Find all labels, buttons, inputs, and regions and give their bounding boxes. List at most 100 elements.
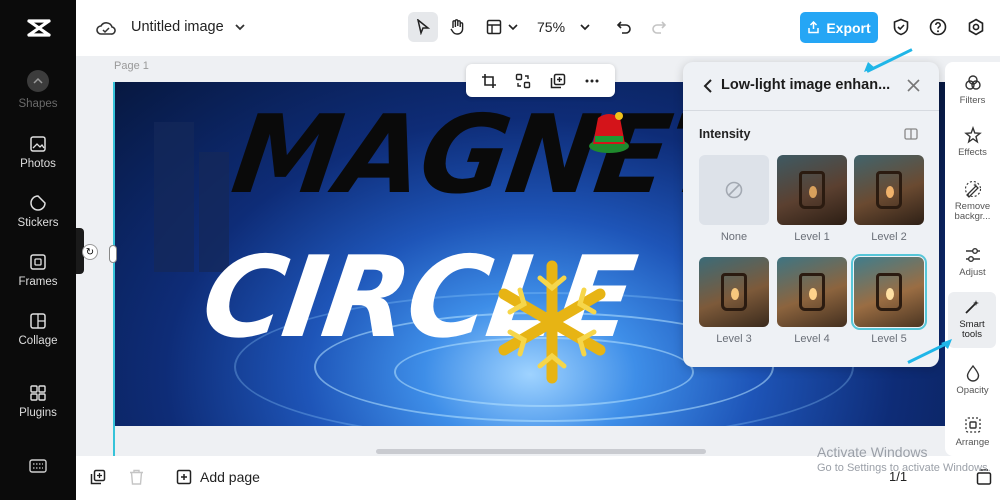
cursor-icon (416, 19, 430, 35)
zoom-level[interactable]: 75% (537, 19, 565, 35)
sticker-icon (30, 195, 46, 211)
crop-icon[interactable] (481, 73, 497, 89)
lantern-flame (886, 288, 894, 300)
effects-icon (963, 126, 982, 144)
option-label: Level 4 (794, 333, 830, 345)
option-label: Level 2 (871, 231, 907, 243)
sidebar-item-plugins[interactable]: Plugins (0, 384, 76, 419)
capcut-logo-icon[interactable] (26, 16, 52, 40)
sidebar-item-label: Collage (18, 335, 58, 347)
rail-item-label: Filters (959, 95, 986, 106)
frame-icon (30, 254, 46, 270)
layout-icon[interactable] (486, 19, 502, 35)
option-level-4[interactable] (777, 257, 847, 327)
arrange-icon (964, 417, 981, 433)
lantern-image (799, 273, 825, 311)
rail-item-opacity[interactable]: Opacity (945, 364, 1000, 396)
hand-tool-icon[interactable] (448, 18, 466, 36)
panel-title: Low-light image enhan... (721, 77, 891, 93)
rail-item-label: Remove backgr... (954, 201, 991, 223)
activate-windows-title: Activate Windows (817, 444, 928, 460)
option-level-3[interactable] (699, 257, 769, 327)
sidebar-item-label: Plugins (19, 407, 57, 419)
flip-icon[interactable] (515, 73, 531, 89)
close-icon[interactable] (907, 79, 920, 92)
settings-icon[interactable] (967, 18, 985, 36)
cloud-save-icon[interactable] (96, 19, 116, 37)
help-icon[interactable] (929, 18, 947, 36)
option-none[interactable] (699, 155, 769, 225)
add-page-label: Add page (200, 469, 260, 485)
delete-page-icon[interactable] (129, 469, 144, 485)
adjust-icon (965, 248, 980, 262)
document-title[interactable]: Untitled image (131, 19, 224, 35)
more-options-icon[interactable] (584, 73, 600, 89)
sidebar-item-label: Stickers (17, 217, 59, 229)
lantern-flame (809, 186, 817, 198)
skyline-tower (154, 122, 194, 272)
option-label: Level 1 (794, 231, 830, 243)
top-bar: Untitled image 75% Export (76, 0, 1000, 56)
collage-icon (30, 313, 46, 329)
sidebar-item-collage[interactable]: Collage (0, 312, 76, 347)
resize-handle[interactable] (109, 245, 117, 263)
duplicate-page-icon[interactable] (90, 469, 106, 485)
option-level-1[interactable] (777, 155, 847, 225)
rail-item-remove-background[interactable]: Remove backgr... (945, 180, 1000, 223)
duplicate-icon[interactable] (550, 73, 566, 89)
intensity-label: Intensity (699, 127, 751, 141)
photo-icon (30, 136, 46, 152)
remove-background-icon (964, 180, 981, 198)
compare-icon[interactable] (904, 128, 918, 140)
opacity-icon (966, 364, 979, 382)
rail-item-label: Effects (958, 147, 987, 158)
horizontal-scrollbar[interactable] (376, 449, 706, 454)
snowflake-sticker-icon[interactable] (496, 258, 608, 386)
add-page-button[interactable]: Add page (176, 469, 260, 485)
sidebar-item-shapes[interactable]: Shapes (0, 70, 76, 110)
lantern-image (876, 171, 902, 209)
option-label: None (720, 231, 748, 243)
sidebar-item-label: Photos (20, 158, 56, 170)
annotation-arrow-head-icon (864, 62, 875, 72)
sidebar-item-stickers[interactable]: Stickers (0, 194, 76, 229)
rail-item-effects[interactable]: Effects (945, 126, 1000, 158)
sidebar-item-frames[interactable]: Frames (0, 253, 76, 288)
select-tool-button[interactable] (408, 12, 438, 42)
zoom-chevron-down-icon[interactable] (579, 23, 591, 32)
add-page-icon (176, 469, 192, 485)
lantern-flame (731, 288, 739, 300)
keyboard-icon[interactable] (29, 459, 47, 473)
rail-item-arrange[interactable]: Arrange (945, 416, 1000, 448)
layout-chevron-down-icon[interactable] (508, 23, 518, 31)
lantern-flame (809, 288, 817, 300)
rail-item-label: Opacity (956, 385, 989, 396)
rotate-icon[interactable]: ↻ (82, 244, 98, 260)
activate-windows-subtitle: Go to Settings to activate Windows. (817, 462, 991, 474)
option-level-2[interactable] (854, 155, 924, 225)
panel-divider (683, 110, 939, 111)
rail-item-label: Arrange (955, 437, 990, 448)
export-label: Export (826, 19, 871, 36)
option-level-5[interactable] (851, 254, 927, 330)
sidebar-item-label: Shapes (18, 98, 58, 110)
chevron-down-icon[interactable] (234, 22, 246, 32)
low-light-enhance-panel: Low-light image enhan... Intensity None … (683, 62, 939, 367)
export-button[interactable]: Export (800, 12, 878, 43)
rail-item-label: Smart tools (959, 319, 985, 341)
plugins-icon (30, 385, 46, 401)
sidebar-item-photos[interactable]: Photos (0, 135, 76, 170)
shield-check-icon[interactable] (892, 18, 910, 36)
option-label: Level 5 (871, 333, 907, 345)
redo-icon[interactable] (651, 19, 667, 35)
back-chevron-icon[interactable] (703, 79, 713, 93)
rail-item-filters[interactable]: Filters (945, 74, 1000, 106)
rail-item-smart-tools[interactable]: Smart tools (948, 292, 996, 348)
undo-icon[interactable] (616, 19, 632, 35)
export-icon (808, 21, 820, 34)
page-label: Page 1 (114, 60, 149, 72)
santa-hat-sticker-icon[interactable] (584, 108, 634, 156)
rail-item-label: Adjust (959, 267, 986, 278)
annotation-arrow-head-icon (941, 339, 952, 349)
rail-item-adjust[interactable]: Adjust (945, 246, 1000, 278)
